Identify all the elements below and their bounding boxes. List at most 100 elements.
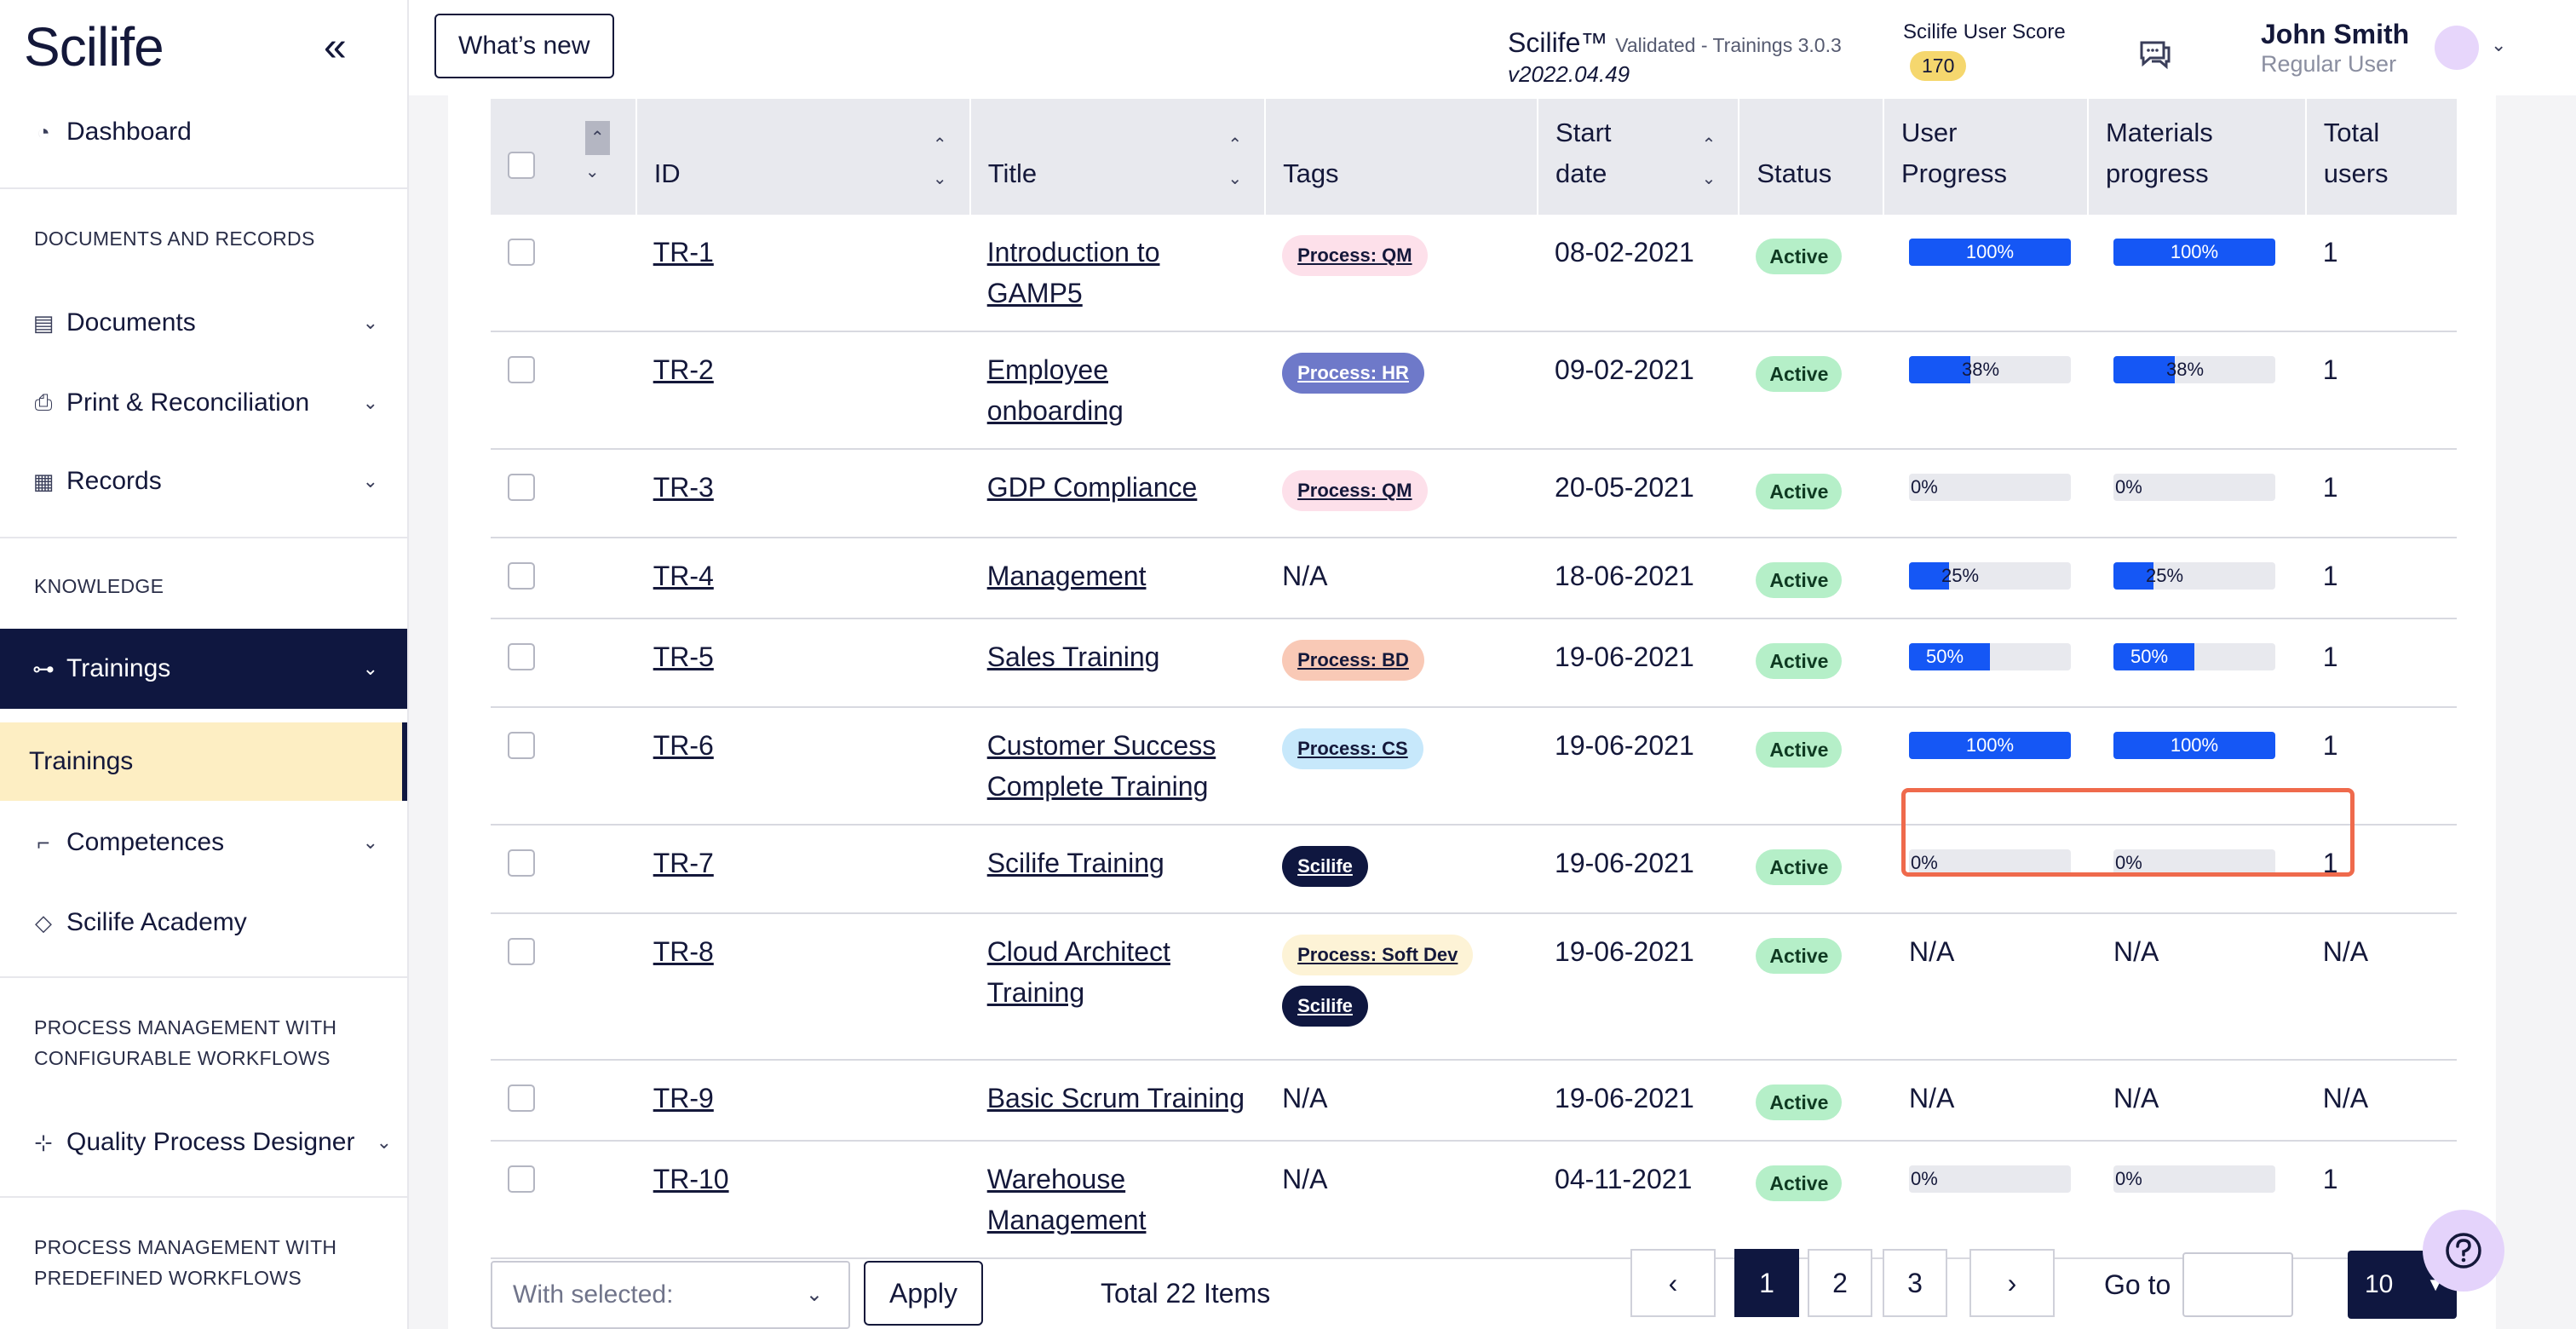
materials-progress-cell: 100% [2087,215,2306,332]
sort-icon[interactable]: ⌃ ⌄ [1702,128,1716,196]
training-title-link[interactable]: Customer Success Complete Training [987,730,1216,802]
tags-cell: Process: Soft Dev Scilife [1265,913,1538,1061]
status-badge: Active [1756,732,1843,768]
training-title-link[interactable]: Employee onboarding [987,354,1124,426]
training-id-link[interactable]: TR-5 [653,641,714,672]
sidebar-item-scilife-academy[interactable]: ◇ Scilife Academy [0,884,407,961]
materials-progress-cell: 0% [2087,1141,2306,1259]
training-id-link[interactable]: TR-7 [653,848,714,878]
select-all-checkbox[interactable] [508,152,535,179]
title-cell: GDP Compliance [969,449,1266,538]
tag-badge[interactable]: Process: CS [1282,728,1423,769]
page-button-1[interactable]: 1 [1734,1249,1799,1317]
tag-badge[interactable]: Process: QM [1282,235,1428,276]
tag-badge[interactable]: Scilife [1282,986,1368,1027]
sort-icon[interactable]: ⌃ ⌄ [933,128,947,196]
tag-badge[interactable]: Process: QM [1282,470,1428,511]
row-checkbox[interactable] [508,1084,535,1112]
sidebar-subitem-trainings[interactable]: Trainings [0,722,407,801]
tag-badge[interactable]: Process: BD [1282,640,1424,681]
sidebar-item-print-reconciliation[interactable]: ⎙ Print & Reconciliation ⌄ [0,365,407,441]
sort-toggle-icon[interactable]: ⌃ ⌄ [584,121,610,189]
training-id-link[interactable]: TR-10 [653,1164,729,1194]
training-title-link[interactable]: Cloud Architect Training [987,936,1170,1008]
page-button-2[interactable]: 2 [1808,1249,1872,1317]
page-button-3[interactable]: 3 [1883,1249,1947,1317]
dumbbell-icon: ⊶ [32,655,55,682]
goto-page-input[interactable] [2182,1252,2293,1317]
row-checkbox[interactable] [508,732,535,759]
title-line: Management [986,561,1147,591]
training-title-link[interactable]: Sales Training [987,641,1160,672]
user-progress-cell: 38% [1883,331,2088,450]
progress-label: 25% [1941,565,1980,586]
sort-icon[interactable]: ⌃ ⌄ [1228,128,1242,196]
row-checkbox[interactable] [508,938,535,965]
tags-cell: N/A [1265,538,1538,619]
tag-badge[interactable]: Process: Soft Dev [1282,935,1474,975]
progress-bar: 100% [2113,732,2275,759]
whats-new-button[interactable]: What’s new [434,14,614,78]
with-selected-dropdown[interactable]: With selected: ⌄ [491,1261,850,1329]
sidebar-item-dashboard[interactable]: ◔ Dashboard [0,94,407,170]
table-row: TR-1 Introduction to GAMP5 Process: QM 08-02… [491,215,2457,332]
training-id-link[interactable]: TR-8 [653,936,714,967]
row-checkbox[interactable] [508,849,535,877]
column-start-date[interactable]: Start date ⌃ ⌄ [1537,99,1739,215]
row-select-cell [491,1141,636,1259]
sidebar-item-documents[interactable]: ▤ Documents ⌄ [0,285,407,361]
row-checkbox[interactable] [508,474,535,501]
main-content: ⌃ ⌄ ID ⌃ ⌄ Title ⌃ ⌄ Tags Start date ⌃ ⌄ Status … [448,95,2496,1329]
progress-bar: 25% [2113,562,2275,590]
training-id-link[interactable]: TR-1 [653,237,714,268]
product-version: v2022.04.49 [1508,61,1630,87]
training-id-link[interactable]: TR-3 [653,472,714,503]
help-icon[interactable] [2423,1210,2504,1292]
user-name[interactable]: John Smith [2261,19,2409,50]
sidebar-item-competences[interactable]: ⌐ Competences ⌄ [0,804,407,881]
progress-bar: 0% [1908,474,2071,501]
row-checkbox[interactable] [508,643,535,670]
sidebar-item-label: Dashboard [66,118,192,146]
user-progress-cell: 0% [1883,449,2088,538]
progress-label: 0% [2114,1168,2142,1189]
row-checkbox[interactable] [508,1165,535,1193]
sidebar-item-trainings[interactable]: ⊶ Trainings ⌄ [0,629,407,709]
title-line: Scilife Training [986,848,1164,878]
training-title-link[interactable]: Warehouse Management [987,1164,1147,1235]
progress-bar: 0% [1908,1165,2071,1193]
sidebar-item-records[interactable]: ▦ Records ⌄ [0,443,407,520]
training-title-link[interactable]: Scilife Training [987,848,1164,878]
chevron-down-icon[interactable]: ⌄ [2491,34,2506,56]
row-checkbox[interactable] [508,356,535,383]
row-checkbox[interactable] [508,239,535,266]
training-id-link[interactable]: TR-9 [653,1083,714,1113]
prev-page-button[interactable]: ‹ [1630,1249,1716,1317]
scilife-logo[interactable]: Scilife [24,15,164,78]
training-title-link[interactable]: Management [987,561,1147,591]
training-title-link[interactable]: GDP Compliance [987,472,1198,503]
tag-badge[interactable]: Process: HR [1282,353,1424,394]
sidebar-item-quality-process-designer[interactable]: ⊹ Quality Process Designer ⌄ [0,1104,407,1181]
collapse-sidebar-icon[interactable]: « [324,24,347,71]
apply-button[interactable]: Apply [864,1261,983,1326]
id-cell: TR-3 [635,449,970,538]
chat-icon[interactable] [2138,39,2172,70]
status-badge: Active [1756,1165,1843,1201]
column-id[interactable]: ID ⌃ ⌄ [635,99,970,215]
status-badge: Active [1756,562,1843,598]
training-title-link[interactable]: Introduction to GAMP5 [987,237,1160,308]
row-checkbox[interactable] [508,562,535,590]
training-id-link[interactable]: TR-2 [653,354,714,385]
avatar[interactable] [2435,26,2479,70]
next-page-button[interactable]: › [1969,1249,2055,1317]
training-id-link[interactable]: TR-6 [653,730,714,761]
progress-bar: 100% [1908,239,2071,266]
highlight-box [1901,788,2355,877]
chevron-down-icon: ⌄ [362,470,378,492]
start-date-cell: 09-02-2021 [1538,331,1739,450]
training-id-link[interactable]: TR-4 [653,561,714,591]
column-title[interactable]: Title ⌃ ⌄ [969,99,1266,215]
training-title-link[interactable]: Basic Scrum Training [987,1083,1245,1113]
tag-badge[interactable]: Scilife [1282,846,1368,887]
